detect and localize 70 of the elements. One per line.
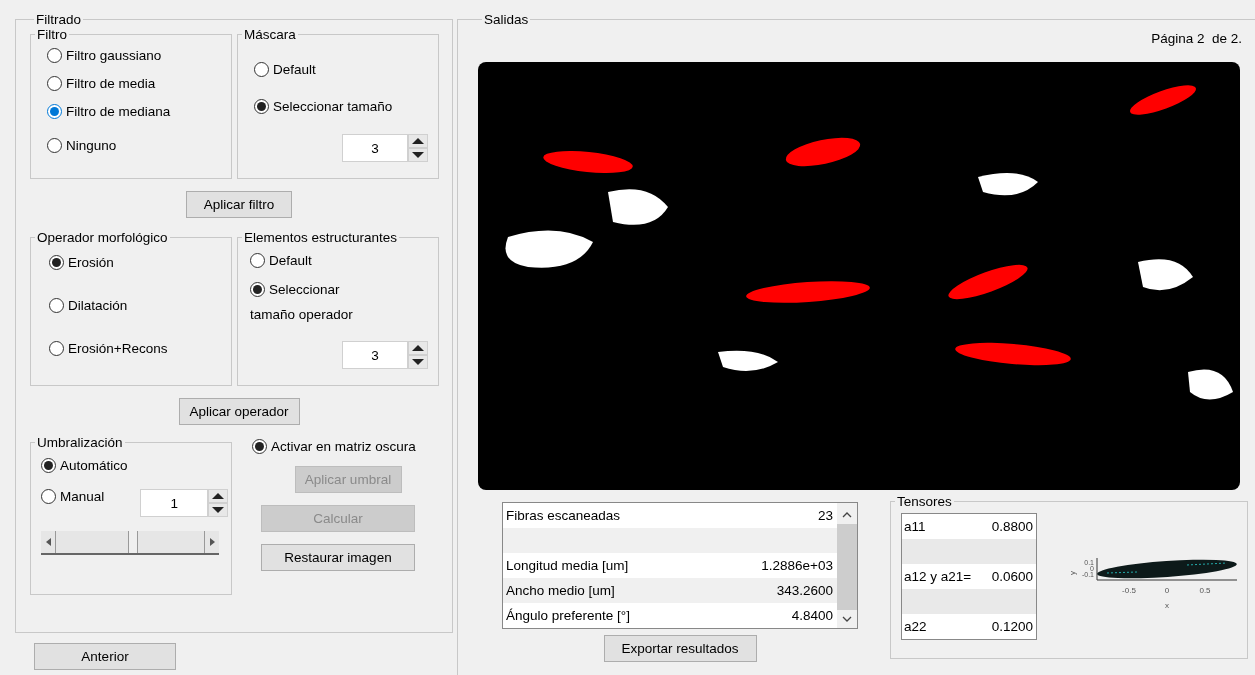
up-triangle-icon (211, 492, 226, 500)
increment-button[interactable] (208, 489, 229, 503)
radio-button[interactable]: Default (250, 253, 312, 268)
panel-title: Operador morfológico (36, 230, 169, 245)
radio-button[interactable]: Manual (41, 489, 105, 504)
axis-label: y (1068, 571, 1077, 575)
table-cell-text: a11 (903, 519, 927, 534)
radio-button[interactable]: Default (254, 62, 316, 77)
radio-button[interactable]: Erosión (49, 255, 114, 270)
radio-button[interactable]: Seleccionar tamaño (254, 99, 393, 114)
panel-title: Tensores (896, 494, 953, 509)
up-triangle-icon (411, 137, 425, 145)
table-cell-text: Longitud media [um] (505, 558, 630, 573)
up-chevron-icon (842, 511, 852, 518)
left-triangle-icon (45, 538, 51, 546)
tick-label: 0 (1164, 586, 1170, 595)
page-indicator: Página 2 de 2. (1151, 31, 1242, 46)
table-cell-text: Fibras escaneadas (505, 508, 622, 523)
down-triangle-icon (411, 151, 425, 159)
down-chevron-icon (842, 616, 852, 623)
increment-button[interactable] (408, 341, 428, 355)
back-button[interactable]: Anterior (34, 643, 176, 670)
panel-title: Filtro (36, 27, 68, 42)
radio-button[interactable]: Ninguno (47, 138, 117, 153)
action-button[interactable]: Restaurar imagen (261, 544, 415, 571)
up-triangle-icon (411, 344, 425, 352)
radio-button[interactable]: Filtro de media (47, 76, 156, 91)
table-cell-text: 23 (816, 508, 834, 523)
table-cell-text: 0.8800 (990, 519, 1034, 534)
table-cell-text: Ángulo preferente [°] (505, 608, 631, 623)
radio-button[interactable]: Seleccionar (250, 282, 340, 297)
slider[interactable] (41, 531, 219, 555)
table-cell-text: 4.8400 (790, 608, 834, 623)
number-field[interactable]: 3 (342, 341, 408, 369)
radio-button[interactable]: Dilatación (49, 298, 128, 313)
export-button[interactable]: Exportar resultados (603, 635, 757, 662)
panel-title: Umbralización (36, 435, 124, 450)
decrement-button[interactable] (408, 355, 428, 369)
table-cell-text: a12 y a21= (903, 569, 973, 584)
down-triangle-icon (411, 358, 425, 366)
scrollbar[interactable] (837, 503, 857, 628)
panel-title: Filtrado (35, 12, 82, 27)
radio-button[interactable]: Activar en matriz oscura (252, 439, 416, 454)
table-cell-text: Ancho medio [um] (505, 583, 616, 598)
table-cell-text: a22 (903, 619, 928, 634)
apply-operator-button[interactable]: Aplicar operador (178, 398, 300, 425)
increment-button[interactable] (408, 134, 428, 148)
right-triangle-icon (209, 538, 215, 546)
decrement-button[interactable] (208, 503, 229, 517)
tick-label: 0.5 (1199, 586, 1211, 595)
table-cell-text: 1.2886e+03 (760, 558, 834, 573)
radio-button[interactable]: Erosión+Recons (49, 341, 168, 356)
number-field[interactable]: 3 (342, 134, 408, 162)
tick-label: -0.5 (1122, 586, 1136, 595)
slider-thumb[interactable] (127, 531, 138, 553)
radio-button[interactable]: Automático (41, 458, 128, 473)
number-field[interactable]: 1 (140, 489, 209, 517)
option-note: tamaño operador (249, 306, 354, 322)
down-triangle-icon (211, 506, 226, 514)
decrement-button[interactable] (408, 148, 428, 162)
panel-title: Elementos estructurantes (243, 230, 399, 245)
table-cell-text: 0.1200 (990, 619, 1034, 634)
panel-title: Salidas (483, 12, 530, 27)
axis-label: x (1165, 601, 1169, 610)
radio-button[interactable]: Filtro gaussiano (47, 48, 162, 63)
radio-button[interactable]: Filtro de mediana (47, 104, 171, 119)
panel-title: Máscara (243, 27, 297, 42)
apply-filter-button[interactable]: Aplicar filtro (186, 191, 292, 218)
table-cell-text: 343.2600 (775, 583, 834, 598)
table-cell-text: 0.0600 (990, 569, 1034, 584)
